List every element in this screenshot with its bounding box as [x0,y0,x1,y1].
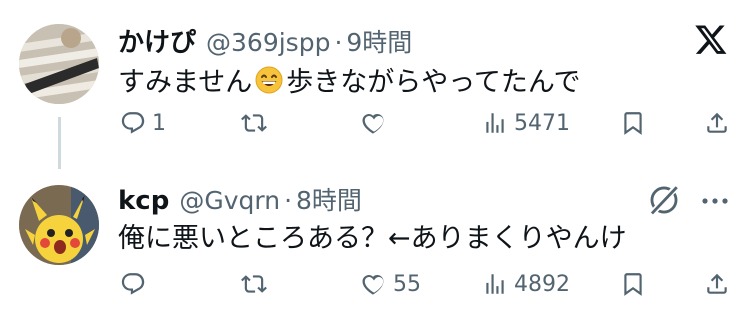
timestamp[interactable]: 8時間 [296,181,362,217]
bookmark-button[interactable] [620,106,646,140]
timestamp[interactable]: 9時間 [346,23,412,59]
reply-icon [121,273,145,295]
bookmark-icon [624,112,642,135]
author-handle[interactable]: @369jspp [206,28,330,57]
retweet-button[interactable] [241,106,273,140]
thread-line [58,117,61,169]
reply-icon [121,112,145,134]
reply-count: 1 [152,110,166,136]
tweet-text: 俺に悪いところある？←ありまくりやんけ [118,223,627,254]
tweet-text: すみません 歩きながらやってたんで [118,60,581,99]
separator-dot: · [334,28,343,57]
bookmark-button[interactable] [620,267,646,301]
views-icon [486,113,504,133]
action-bar: 1 5471 [118,106,730,140]
retweet-button[interactable] [241,267,273,301]
share-button[interactable] [704,267,730,301]
like-button[interactable]: 55 [361,267,421,301]
more-icon[interactable] [699,191,731,211]
views-icon [486,274,504,294]
avatar[interactable] [19,24,99,104]
view-count: 4892 [514,271,570,297]
author-name[interactable]: kcp [118,186,169,216]
views-button[interactable]: 4892 [482,267,570,301]
share-icon [707,273,727,294]
retweet-icon [241,275,267,293]
tweet-text-part: 歩きながらやってたんで [286,67,581,98]
like-count: 55 [393,271,421,297]
view-count: 5471 [514,110,570,136]
share-button[interactable] [704,106,730,140]
bookmark-icon [624,273,642,296]
retweet-icon [241,114,267,132]
tweet[interactable]: かけぴ @369jspp · 9時間 すみません 歩きながらやってたんで 1 5… [0,0,750,169]
avatar[interactable] [19,185,99,265]
share-icon [707,112,727,133]
author-name[interactable]: かけぴ [118,22,196,59]
grok-icon[interactable] [647,183,681,217]
like-button[interactable] [361,106,393,140]
like-icon [362,274,384,295]
like-icon [362,113,384,134]
separator-dot: · [284,186,293,215]
author-handle[interactable]: @Gvqrn [179,186,280,215]
tweet-header: kcp @Gvqrn · 8時間 [118,181,362,217]
views-button[interactable]: 5471 [482,106,570,140]
grinning-face-emoji-icon [255,66,283,94]
x-logo-icon[interactable] [694,22,728,56]
action-bar: 55 4892 [118,267,730,301]
tweet-header: かけぴ @369jspp · 9時間 [118,22,412,59]
reply-button[interactable]: 1 [120,106,166,140]
tweet-text-part: すみません [118,67,253,98]
reply-button[interactable] [120,267,152,301]
